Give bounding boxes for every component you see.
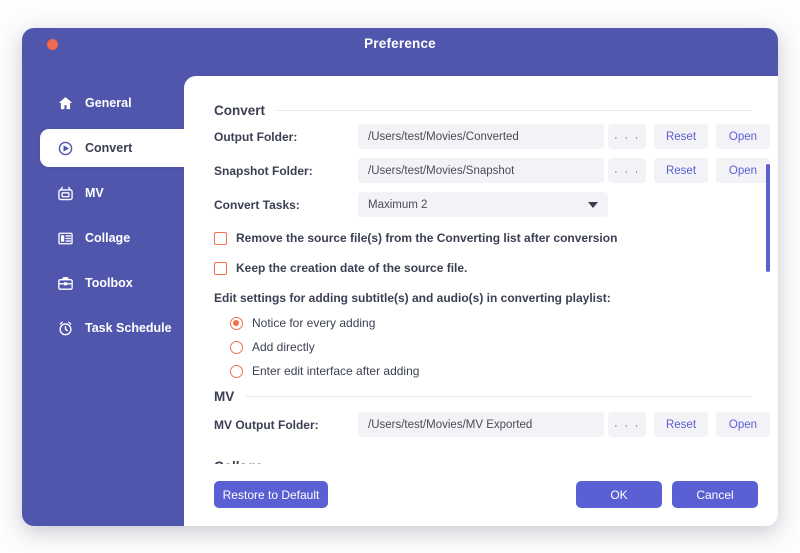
edit-settings-label: Edit settings for adding subtitle(s) and… (214, 291, 611, 305)
mv-output-folder-label: MV Output Folder: (214, 418, 319, 432)
mv-output-folder-browse-button[interactable]: · · · (608, 412, 646, 437)
convert-tasks-value: Maximum 2 (368, 199, 427, 211)
sidebar-item-label: General (85, 96, 132, 110)
radio-label: Notice for every adding (252, 316, 375, 330)
radio-button (230, 341, 243, 354)
snapshot-folder-input[interactable]: /Users/test/Movies/Snapshot (358, 158, 604, 183)
checkbox-label: Keep the creation date of the source fil… (236, 261, 467, 275)
collage-icon (56, 229, 74, 247)
divider (277, 110, 752, 111)
chevron-down-icon (588, 202, 598, 208)
snapshot-folder-open-button[interactable]: Open (716, 158, 770, 183)
sidebar-item-general[interactable]: General (40, 84, 197, 122)
sidebar-item-label: Toolbox (85, 276, 133, 290)
section-title: MV (214, 389, 234, 404)
radio-notice-for-every-adding[interactable]: Notice for every adding (230, 316, 375, 330)
output-folder-input[interactable]: /Users/test/Movies/Converted (358, 124, 604, 149)
dialog-footer: Restore to Default OK Cancel (184, 464, 778, 526)
output-folder-label: Output Folder: (214, 130, 297, 144)
snapshot-folder-browse-button[interactable]: · · · (608, 158, 646, 183)
radio-button (230, 317, 243, 330)
sidebar-item-collage[interactable]: Collage (40, 219, 197, 257)
sidebar-item-task-schedule[interactable]: Task Schedule (40, 309, 197, 347)
content-panel: Convert Output Folder: /Users/test/Movie… (184, 76, 778, 526)
divider (246, 396, 752, 397)
section-heading-mv: MV (214, 389, 752, 404)
checkbox-box (214, 232, 227, 245)
cancel-button[interactable]: Cancel (672, 481, 758, 508)
checkbox-box (214, 262, 227, 275)
output-folder-open-button[interactable]: Open (716, 124, 770, 149)
radio-label: Enter edit interface after adding (252, 364, 419, 378)
sidebar-item-label: Collage (85, 231, 130, 245)
restore-to-default-button[interactable]: Restore to Default (214, 481, 328, 508)
radio-label: Add directly (252, 340, 315, 354)
mv-icon (56, 184, 74, 202)
radio-button (230, 365, 243, 378)
radio-enter-edit-interface[interactable]: Enter edit interface after adding (230, 364, 419, 378)
sidebar-item-toolbox[interactable]: Toolbox (40, 264, 197, 302)
sidebar-item-label: MV (85, 186, 104, 200)
convert-tasks-select[interactable]: Maximum 2 (358, 192, 608, 217)
sidebar-item-label: Convert (85, 141, 132, 155)
checkbox-remove-source-files[interactable]: Remove the source file(s) from the Conve… (214, 231, 617, 245)
sidebar: General Convert MV (22, 62, 197, 526)
sidebar-item-label: Task Schedule (85, 321, 172, 335)
settings-scroll-area: Convert Output Folder: /Users/test/Movie… (184, 76, 778, 464)
radio-add-directly[interactable]: Add directly (230, 340, 315, 354)
section-title: Convert (214, 103, 265, 118)
convert-icon (56, 139, 74, 157)
output-folder-browse-button[interactable]: · · · (608, 124, 646, 149)
mv-output-folder-input[interactable]: /Users/test/Movies/MV Exported (358, 412, 604, 437)
sidebar-item-convert[interactable]: Convert (40, 129, 202, 167)
sidebar-item-mv[interactable]: MV (40, 174, 197, 212)
mv-output-folder-reset-button[interactable]: Reset (654, 412, 708, 437)
window-title: Preference (22, 36, 778, 51)
mv-output-folder-open-button[interactable]: Open (716, 412, 770, 437)
settings-scrollbar[interactable] (766, 90, 770, 450)
snapshot-folder-label: Snapshot Folder: (214, 164, 313, 178)
output-folder-reset-button[interactable]: Reset (654, 124, 708, 149)
alarm-clock-icon (56, 319, 74, 337)
convert-tasks-label: Convert Tasks: (214, 198, 300, 212)
scrollbar-thumb[interactable] (766, 164, 770, 272)
snapshot-folder-reset-button[interactable]: Reset (654, 158, 708, 183)
title-bar: Preference (22, 28, 778, 62)
preference-window: Preference General Convert (22, 28, 778, 526)
toolbox-icon (56, 274, 74, 292)
ok-button[interactable]: OK (576, 481, 662, 508)
checkbox-label: Remove the source file(s) from the Conve… (236, 231, 617, 245)
section-heading-convert: Convert (214, 103, 752, 118)
checkbox-keep-creation-date[interactable]: Keep the creation date of the source fil… (214, 261, 467, 275)
home-icon (56, 94, 74, 112)
